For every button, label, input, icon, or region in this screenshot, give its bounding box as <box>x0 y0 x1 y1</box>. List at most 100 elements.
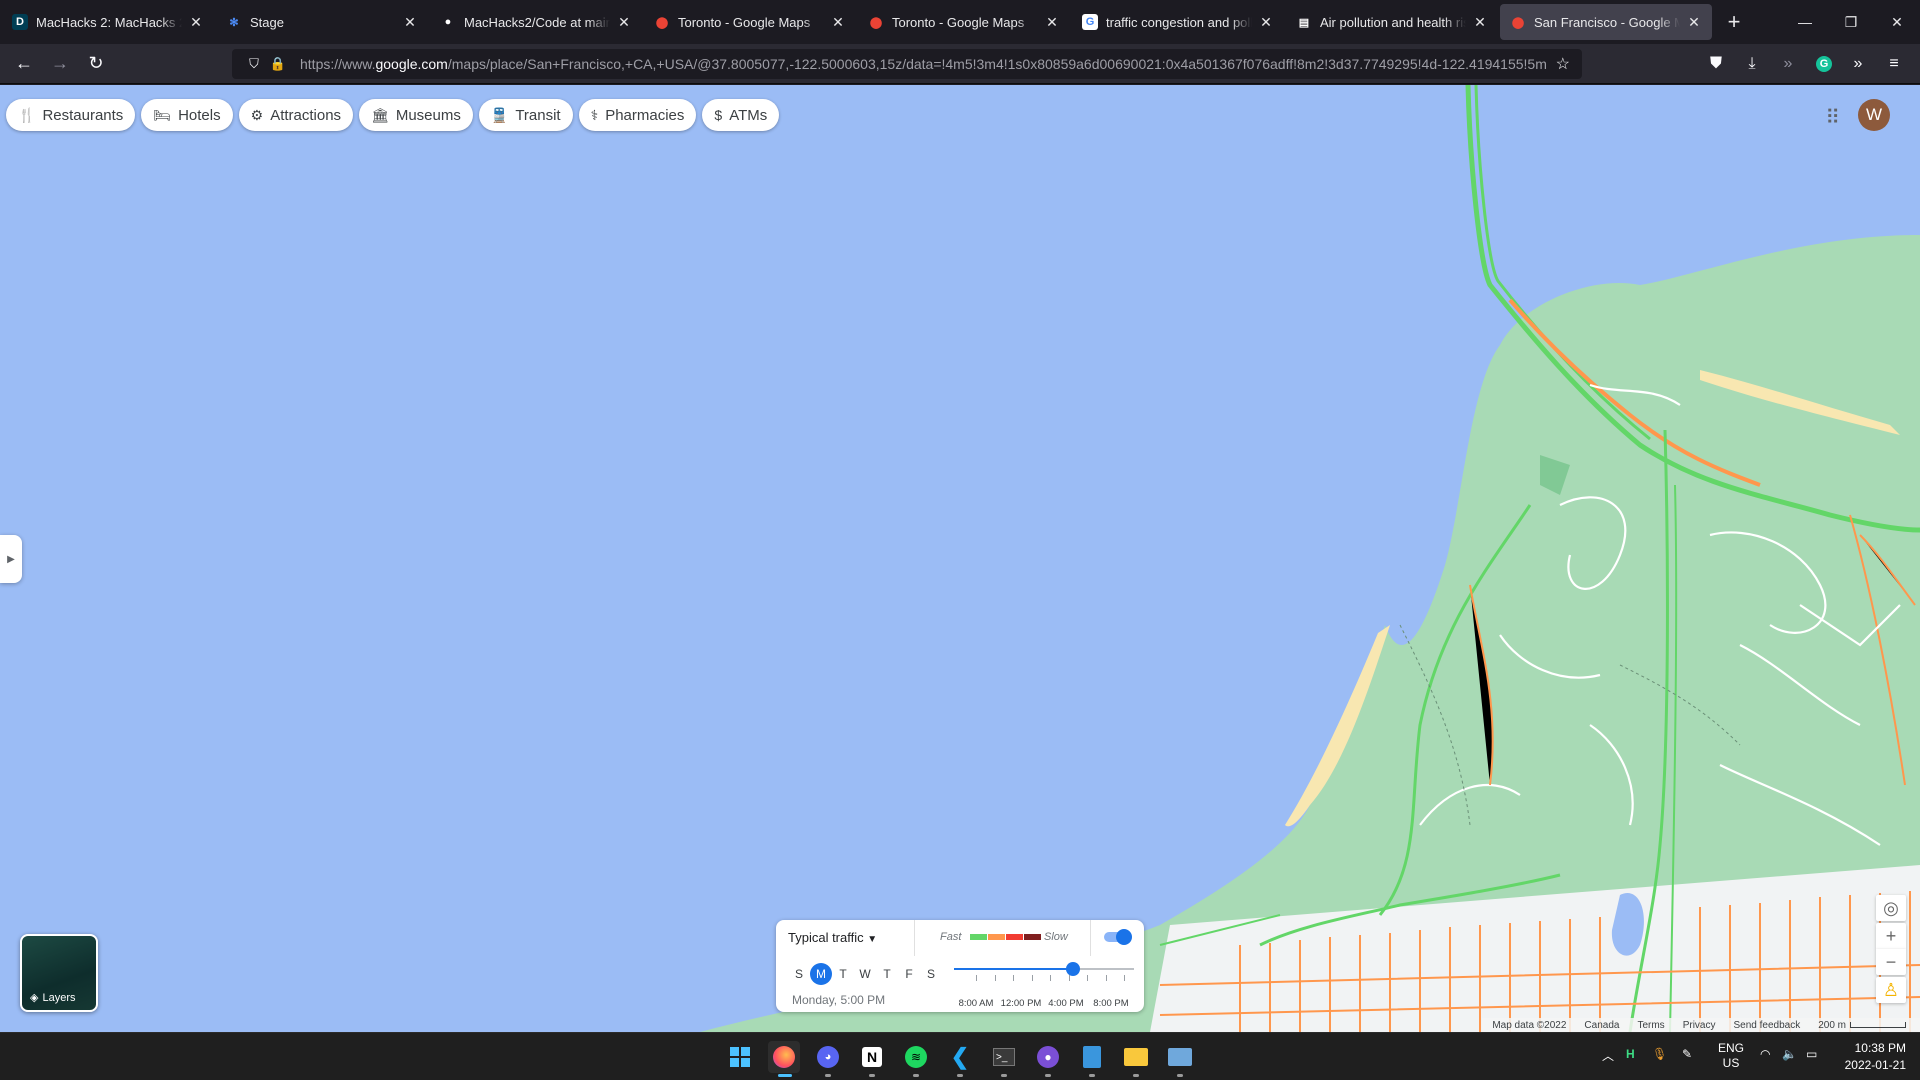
browser-tab[interactable]: ▤ Air pollution and health risks ✕ <box>1286 4 1498 40</box>
send-feedback-link[interactable]: Send feedback <box>1733 1020 1800 1031</box>
browser-tab[interactable]: Gtraffic congestion and pollution ✕ <box>1072 4 1284 40</box>
close-tab-icon[interactable]: ✕ <box>402 14 418 31</box>
day-button[interactable]: W <box>854 963 876 985</box>
notepad-icon[interactable] <box>1076 1041 1108 1077</box>
url-text[interactable]: https://www.google.com/maps/place/San+Fr… <box>300 56 1550 72</box>
chip-museums[interactable]: 🏛 Museums <box>359 99 473 131</box>
microphone-icon[interactable]: 🎙 <box>1652 1047 1667 1061</box>
layers-button[interactable]: ◈ Layers <box>20 934 98 1012</box>
new-tab-button[interactable]: + <box>1718 6 1750 38</box>
zoom-in-button[interactable]: + <box>1876 923 1906 949</box>
browser-tab[interactable]: ⬤ Toronto - Google Maps ✕ <box>858 4 1070 40</box>
tab-title: traffic congestion and pollution <box>1106 14 1252 30</box>
wifi-icon[interactable]: ◠ <box>1760 1047 1770 1061</box>
day-button[interactable]: S <box>920 963 942 985</box>
browser-tab[interactable]: ⬤ San Francisco - Google Maps ✕ <box>1500 4 1712 40</box>
hamburger-menu-icon[interactable]: ≡ <box>1878 48 1910 80</box>
forward-icon[interactable]: → <box>42 48 78 80</box>
chip-transit[interactable]: 🚆 Transit <box>478 99 573 131</box>
notion-icon[interactable]: N <box>856 1041 888 1077</box>
volume-icon[interactable]: 🔈 <box>1782 1047 1797 1061</box>
downloads-icon[interactable]: ⤓ <box>1736 48 1768 80</box>
browser-tab[interactable]: ● MacHacks2/Code at main · d ✕ <box>430 4 642 40</box>
photos-icon[interactable] <box>1164 1041 1196 1077</box>
time-slider[interactable] <box>954 962 1134 976</box>
pocket-icon[interactable]: ⛊ <box>1700 48 1732 80</box>
discord-icon[interactable]: ◕ <box>812 1041 844 1077</box>
layers-icon: ◈ <box>30 992 39 1004</box>
pen-icon[interactable]: ✎ <box>1682 1047 1692 1061</box>
show-hidden-icons-icon[interactable]: ︿ <box>1602 1047 1614 1064</box>
browser-tab[interactable]: ⬤ Toronto - Google Maps ✕ <box>644 4 856 40</box>
close-tab-icon[interactable]: ✕ <box>1472 14 1488 31</box>
chip-atms[interactable]: $ ATMs <box>702 99 780 131</box>
tray-app-icon[interactable]: H <box>1626 1047 1635 1061</box>
legend-fast-label: Fast <box>940 931 962 943</box>
pegman-icon[interactable]: ♙ <box>1876 977 1906 1003</box>
close-tab-icon[interactable]: ✕ <box>1258 14 1274 31</box>
address-bar[interactable]: ⛉ 🔒 https://www.google.com/maps/place/Sa… <box>232 49 1582 79</box>
traffic-toggle[interactable] <box>1104 929 1132 945</box>
dropdown-arrow-icon: ▼ <box>867 934 878 945</box>
map-canvas[interactable]: 🍴 Restaurants 🛏 Hotels ⚙ Attractions 🏛 Museums 🚆… <box>0 85 1920 1032</box>
day-button[interactable]: T <box>832 963 854 985</box>
grammarly-icon[interactable]: G <box>1808 48 1840 80</box>
expand-side-panel-button[interactable]: ▶ <box>0 535 22 583</box>
divider <box>1090 920 1091 956</box>
windows-start-icon[interactable] <box>724 1041 756 1073</box>
chip-pharmacies[interactable]: ⚕ Pharmacies <box>578 99 697 131</box>
day-button[interactable]: S <box>788 963 810 985</box>
fork-knife-icon: 🍴 <box>18 106 36 123</box>
terms-link[interactable]: Terms <box>1637 1020 1664 1031</box>
spotify-icon[interactable]: ≋ <box>900 1041 932 1077</box>
close-tab-icon[interactable]: ✕ <box>1044 14 1060 31</box>
zoom-out-button[interactable]: − <box>1876 949 1906 975</box>
google-apps-icon[interactable]: ⠿ <box>1825 105 1840 130</box>
day-button[interactable]: F <box>898 963 920 985</box>
chip-hotels[interactable]: 🛏 Hotels <box>141 99 233 131</box>
overflow-menu-icon[interactable]: » <box>1842 48 1874 80</box>
terminal-icon[interactable]: >_ <box>988 1041 1020 1077</box>
legend-slow-label: Slow <box>1044 931 1068 943</box>
vscode-icon[interactable]: ❮ <box>944 1041 976 1077</box>
scale-bar[interactable]: 200 m <box>1818 1020 1906 1031</box>
back-icon[interactable]: ← <box>6 48 42 80</box>
account-avatar[interactable]: W <box>1858 99 1890 131</box>
extension-icon[interactable]: » <box>1772 48 1804 80</box>
map-tiles[interactable] <box>0 85 1920 1032</box>
bookmark-star-icon[interactable]: ☆ <box>1556 54 1570 74</box>
close-tab-icon[interactable]: ✕ <box>188 14 204 31</box>
language-indicator[interactable]: ENG US <box>1718 1041 1744 1071</box>
legend-color-swatch <box>970 934 987 940</box>
traffic-mode-label: Typical traffic <box>788 930 864 945</box>
firefox-icon[interactable] <box>768 1041 800 1077</box>
slider-tick <box>1031 975 1033 981</box>
github-icon: ● <box>444 16 452 28</box>
lock-icon[interactable]: 🔒 <box>266 56 290 72</box>
battery-icon[interactable]: ▭ <box>1806 1047 1817 1061</box>
browser-tab[interactable]: ✻ Stage ✕ <box>216 4 428 40</box>
privacy-link[interactable]: Privacy <box>1683 1020 1716 1031</box>
my-location-icon[interactable]: ◎ <box>1876 895 1906 921</box>
tab-strip: D MacHacks 2: MacHacks 2 is the ✕ ✻ Stage ✕ ● M… <box>0 0 1920 44</box>
browser-tab[interactable]: D MacHacks 2: MacHacks 2 is the ✕ <box>2 4 214 40</box>
close-window-icon[interactable]: ✕ <box>1874 0 1920 44</box>
shield-icon[interactable]: ⛉ <box>242 56 266 72</box>
day-button[interactable]: M <box>810 963 832 985</box>
file-explorer-icon[interactable] <box>1120 1041 1152 1077</box>
time-slider-knob[interactable] <box>1065 962 1080 976</box>
traffic-mode-dropdown[interactable]: Typical traffic ▼ <box>788 930 877 945</box>
github-desktop-icon[interactable]: ● <box>1032 1041 1064 1077</box>
day-button[interactable]: T <box>876 963 898 985</box>
chip-restaurants[interactable]: 🍴 Restaurants <box>6 99 136 131</box>
country-link[interactable]: Canada <box>1584 1020 1619 1031</box>
system-clock[interactable]: 10:38 PM 2022-01-21 <box>1845 1040 1906 1074</box>
reload-icon[interactable]: ↻ <box>78 48 114 80</box>
close-tab-icon[interactable]: ✕ <box>830 14 846 31</box>
minimize-icon[interactable]: — <box>1782 0 1828 44</box>
close-tab-icon[interactable]: ✕ <box>1686 14 1702 31</box>
chip-attractions[interactable]: ⚙ Attractions <box>238 99 354 131</box>
close-tab-icon[interactable]: ✕ <box>616 14 632 31</box>
restore-icon[interactable]: ❐ <box>1828 0 1874 44</box>
map-data-attribution: Map data ©2022 <box>1492 1019 1567 1031</box>
